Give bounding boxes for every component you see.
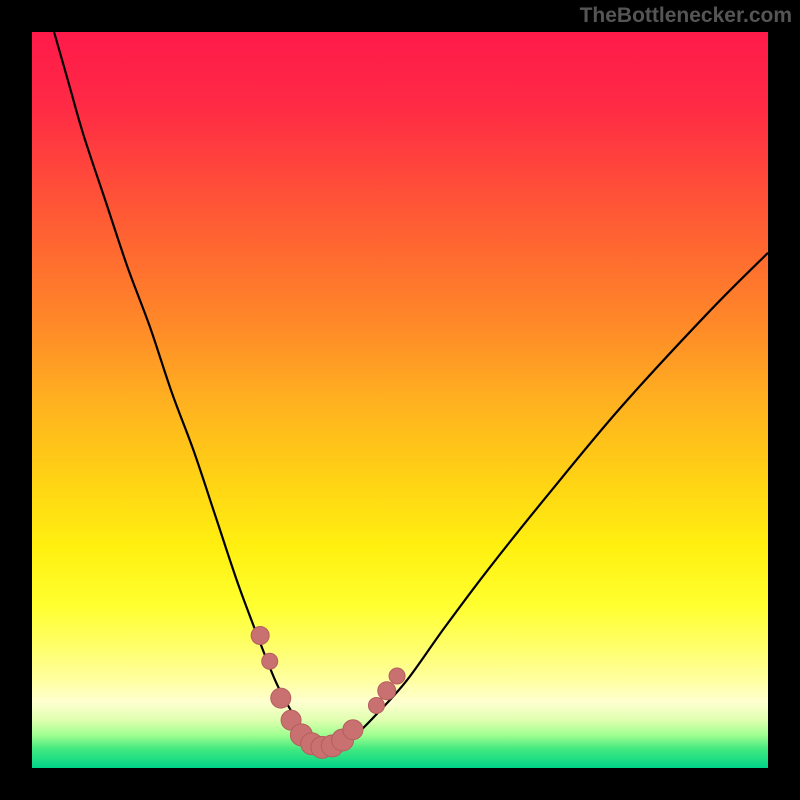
curve-marker <box>343 720 363 740</box>
curve-marker <box>378 682 396 700</box>
chart-container: TheBottlenecker.com <box>0 0 800 800</box>
curve-marker <box>262 653 278 669</box>
bottleneck-chart: TheBottlenecker.com <box>0 0 800 800</box>
watermark-text: TheBottlenecker.com <box>580 4 792 27</box>
curve-marker <box>389 668 405 684</box>
curve-marker <box>368 697 384 713</box>
plot-area <box>32 32 768 768</box>
curve-marker <box>271 688 291 708</box>
curve-marker <box>251 627 269 645</box>
